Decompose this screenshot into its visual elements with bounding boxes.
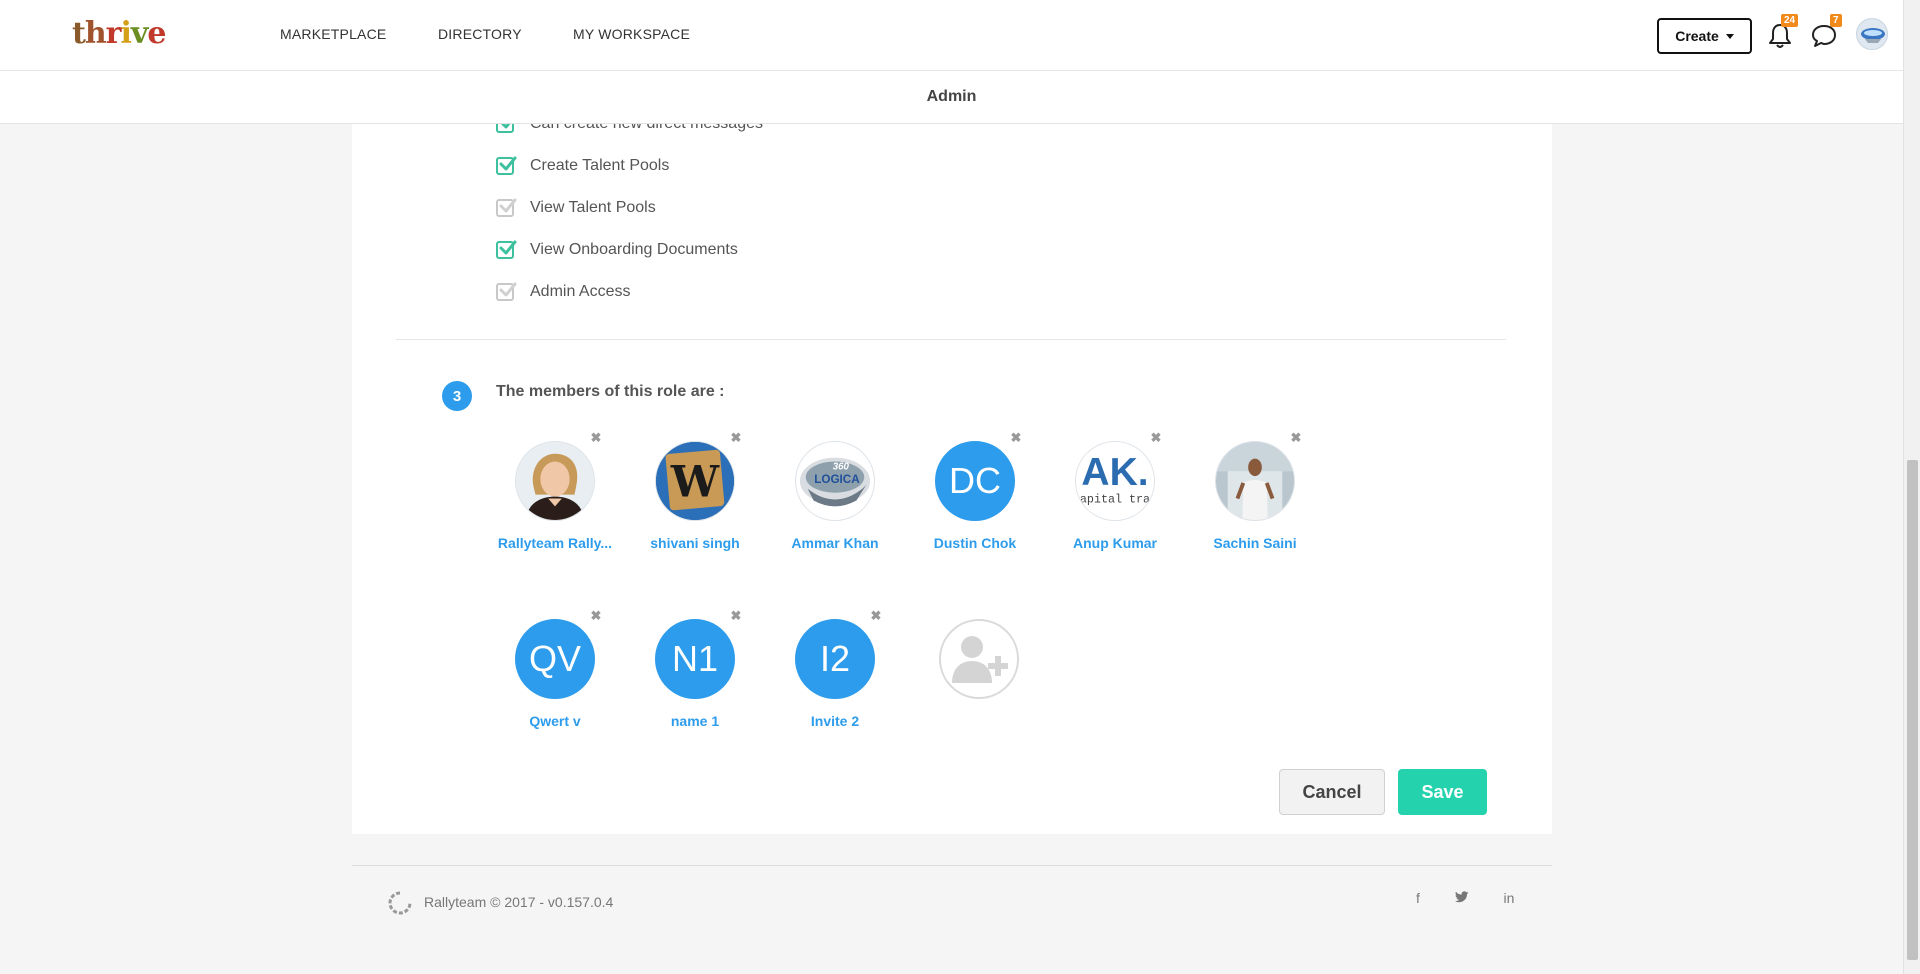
sub-header: Admin: [0, 71, 1903, 124]
section-divider: [396, 339, 1506, 340]
wordpress-w-tile-icon: W: [656, 442, 734, 520]
nav-marketplace[interactable]: MARKETPLACE: [280, 26, 386, 42]
logo-letter: r: [105, 16, 122, 51]
man-portrait-icon: [1216, 442, 1294, 520]
logo-letter: t: [72, 16, 86, 51]
footer-divider: [352, 865, 1552, 866]
nav-directory[interactable]: DIRECTORY: [438, 26, 522, 42]
checkbox-checked[interactable]: [496, 240, 517, 259]
wordpress-w-letter: W: [670, 458, 720, 508]
ak-logo-subtext: apital tra: [1080, 492, 1150, 506]
save-button[interactable]: Save: [1398, 769, 1487, 815]
member-avatar-initials[interactable]: QV: [515, 619, 595, 699]
remove-member-close-icon[interactable]: ✖: [589, 430, 603, 445]
permission-item[interactable]: Create Talent Pools: [496, 155, 669, 177]
logo-letter: h: [84, 16, 107, 51]
logo-360-text: 360: [833, 461, 850, 472]
checkmark-icon: [499, 240, 517, 255]
top-navigation-bar: thrive MARKETPLACE DIRECTORY MY WORKSPAC…: [0, 0, 1903, 71]
permission-label: View Talent Pools: [530, 199, 656, 216]
logo-letter: i: [120, 16, 131, 51]
remove-member-close-icon[interactable]: ✖: [729, 608, 743, 623]
rallyteam-logo-icon: [388, 891, 412, 915]
nav-my-workspace[interactable]: MY WORKSPACE: [573, 26, 690, 42]
member-name[interactable]: name 1: [625, 713, 765, 729]
member-avatar-initials[interactable]: DC: [935, 441, 1015, 521]
member-name[interactable]: Invite 2: [765, 713, 905, 729]
add-member-button[interactable]: [939, 619, 1019, 699]
notifications-badge: 24: [1781, 14, 1799, 27]
scrollbar-thumb[interactable]: [1907, 460, 1918, 960]
logo-logica-text: LOGICA: [814, 473, 860, 486]
permission-label: Create Talent Pools: [530, 157, 670, 174]
footer-copyright: Rallyteam © 2017 - v0.157.0.4: [424, 894, 614, 910]
member-card[interactable]: W ✖ shivani singh: [625, 430, 765, 571]
notifications-button[interactable]: 24: [1767, 14, 1799, 50]
member-name[interactable]: Anup Kumar: [1045, 535, 1185, 551]
member-avatar-logo[interactable]: AK. apital tra: [1075, 441, 1155, 521]
avatar-logo-icon: [1861, 28, 1885, 43]
member-name[interactable]: shivani singh: [625, 535, 765, 551]
member-name[interactable]: Qwert v: [485, 713, 625, 729]
remove-member-close-icon[interactable]: ✖: [1149, 430, 1163, 445]
caret-down-icon: [1725, 33, 1734, 39]
logica-360-logo-icon: 360 LOGICA: [799, 457, 871, 507]
create-label: Create: [1675, 28, 1719, 44]
permission-item[interactable]: Admin Access: [496, 281, 630, 303]
checkmark-icon: [499, 198, 517, 213]
checkmark-icon: [499, 156, 517, 171]
member-name[interactable]: Dustin Chok: [905, 535, 1045, 551]
cancel-button[interactable]: Cancel: [1279, 769, 1385, 815]
member-card[interactable]: ✖ Sachin Saini: [1185, 430, 1325, 571]
ak-logo-icon: AK. apital tra: [1076, 442, 1154, 520]
messages-badge: 7: [1830, 14, 1842, 27]
page-title: Admin: [926, 88, 977, 105]
twitter-bird-icon: [1455, 891, 1469, 903]
thrive-logo[interactable]: thrive: [72, 16, 166, 51]
add-user-icon: [952, 636, 1008, 683]
member-avatar-initials[interactable]: N1: [655, 619, 735, 699]
permission-item[interactable]: View Talent Pools: [496, 197, 656, 219]
member-card[interactable]: DC ✖ Dustin Chok: [905, 430, 1045, 571]
linkedin-icon[interactable]: in: [1499, 890, 1519, 906]
remove-member-close-icon[interactable]: ✖: [869, 608, 883, 623]
member-avatar-photo[interactable]: [515, 441, 595, 521]
members-section-title: The members of this role are :: [496, 383, 725, 400]
logo-letter: v: [130, 16, 148, 51]
user-avatar[interactable]: [1856, 18, 1888, 50]
checkmark-icon: [499, 282, 517, 297]
permission-item[interactable]: View Onboarding Documents: [496, 239, 738, 261]
member-name[interactable]: Rallyteam Rally...: [485, 535, 625, 551]
permission-label: Admin Access: [530, 283, 631, 300]
woman-portrait-icon: [516, 442, 594, 520]
step-number: 3: [442, 381, 472, 411]
member-avatar-logo[interactable]: 360 LOGICA: [795, 441, 875, 521]
permission-label: View Onboarding Documents: [530, 241, 738, 258]
member-card[interactable]: ✖ Rallyteam Rally...: [485, 430, 625, 571]
messages-button[interactable]: 7: [1810, 14, 1842, 50]
member-card[interactable]: AK. apital tra ✖ Anup Kumar: [1045, 430, 1185, 571]
page-scrollbar[interactable]: [1903, 0, 1920, 974]
member-name[interactable]: Sachin Saini: [1185, 535, 1325, 551]
ak-logo-text: AK.: [1081, 451, 1148, 494]
member-card[interactable]: I2 ✖ Invite 2: [765, 608, 905, 749]
member-card[interactable]: N1 ✖ name 1: [625, 608, 765, 749]
checkbox-unchecked[interactable]: [496, 198, 517, 217]
checkbox-unchecked[interactable]: [496, 282, 517, 301]
remove-member-close-icon[interactable]: ✖: [729, 430, 743, 445]
remove-member-close-icon[interactable]: ✖: [589, 608, 603, 623]
facebook-icon[interactable]: f: [1408, 890, 1428, 906]
member-card[interactable]: QV ✖ Qwert v: [485, 608, 625, 749]
member-name[interactable]: Ammar Khan: [765, 535, 905, 551]
logo-letter: e: [147, 16, 166, 51]
create-button[interactable]: Create: [1657, 18, 1752, 54]
twitter-icon[interactable]: [1452, 890, 1472, 906]
member-avatar-initials[interactable]: I2: [795, 619, 875, 699]
member-avatar-photo[interactable]: [1215, 441, 1295, 521]
member-card[interactable]: 360 LOGICA Ammar Khan: [765, 441, 905, 571]
remove-member-close-icon[interactable]: ✖: [1289, 430, 1303, 445]
remove-member-close-icon[interactable]: ✖: [1009, 430, 1023, 445]
checkbox-checked[interactable]: [496, 156, 517, 175]
member-avatar-logo[interactable]: W: [655, 441, 735, 521]
